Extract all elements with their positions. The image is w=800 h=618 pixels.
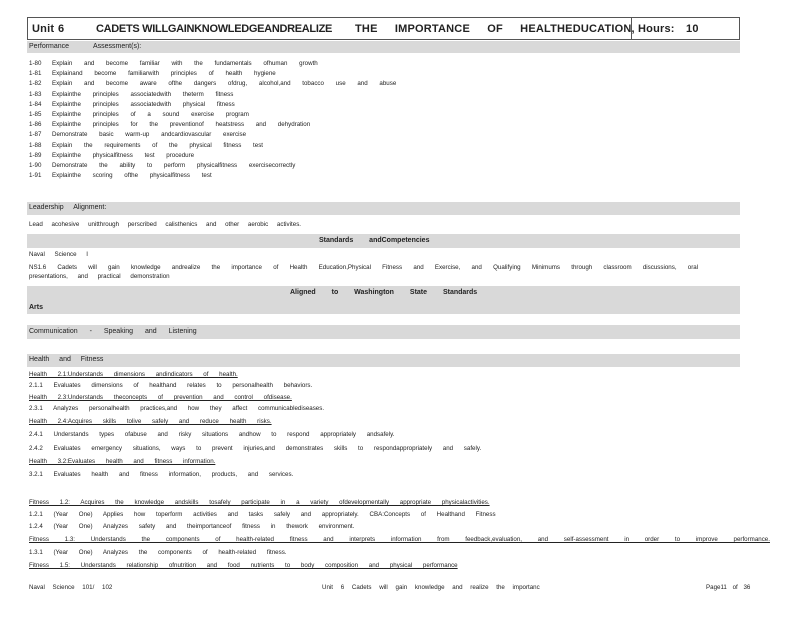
health-standard-item: 3.2.1 Evaluates health and fitness infor…: [29, 471, 294, 478]
performance-label: Performance: [29, 43, 70, 50]
performance-item-code: 1-85: [29, 111, 42, 118]
footer-page-number: Page11 of 36: [706, 584, 751, 591]
performance-item-code: 1-88: [29, 141, 42, 149]
health-standard-item: 2.1.1 Evaluates dimensions of healthand …: [29, 382, 313, 389]
performance-item-code: 1-87: [29, 131, 42, 139]
standards-subject: Naval Science I: [29, 251, 88, 258]
performance-item-text: Explain and become familiar with the fun…: [52, 60, 318, 67]
leadership-text: Lead acohesive unitthrough perscribed ca…: [29, 221, 302, 228]
performance-item-code: 1-81: [29, 70, 42, 78]
standards-ns-line1: NS1.6 Cadets will gain knowledge andreal…: [29, 264, 699, 271]
washington-heading: Aligned to Washington State Standards: [290, 289, 478, 296]
fitness-standard-item: 1.3.1 (Year One) Analyzes the components…: [29, 549, 287, 556]
performance-item-text: Explainthe principles for the prevention…: [52, 121, 311, 129]
performance-item-text: Explainthe scoring ofthe physicalfitness…: [52, 172, 212, 180]
hours-divider: [631, 18, 632, 39]
performance-item-code: 1-83: [29, 90, 42, 98]
health-standard-heading: Health 2.1:Understands dimensions andind…: [29, 371, 238, 378]
health-standard-item: 2.4.2 Evaluates emergency situations, wa…: [29, 445, 482, 452]
performance-item-text: Explain the requirements of the physical…: [52, 141, 264, 149]
performance-item-text: Explain and become aware ofthe dangers o…: [52, 80, 397, 88]
hours-value: 10: [686, 23, 699, 35]
washington-band: Aligned to Washington State Standards Ar…: [27, 286, 740, 314]
standards-ns-line2: presentations, and practical demonstrati…: [29, 273, 170, 280]
leadership-label: Leadership Alignment:: [29, 204, 107, 211]
performance-item-text: Explainthe principles associatedwith phy…: [52, 100, 235, 108]
performance-band: Performance Assessment(s):: [27, 41, 740, 53]
performance-item-code: 1-90: [29, 162, 42, 169]
fitness-standard-heading: Fitness 1.2: Acquires the knowledge ands…: [29, 499, 490, 506]
communication-band: Communication - Speaking and Listening: [27, 325, 740, 339]
performance-item-code: 1-91: [29, 172, 42, 180]
footer-left: Naval Science 101/ 102: [29, 584, 113, 591]
performance-item-text: Explainthe principles associatedwith the…: [52, 90, 234, 98]
performance-item-code: 1-84: [29, 100, 42, 108]
health-standard-heading: Health 2.4:Acquires skills tolive safely…: [29, 418, 272, 425]
health-band: Health and Fitness: [27, 354, 740, 367]
performance-item-code: 1-80: [29, 60, 42, 67]
footer-center: Unit 6 Cadets will gain knowledge and re…: [322, 584, 540, 591]
health-standard-item: 2.4.1 Understands types ofabuse and risk…: [29, 431, 395, 438]
performance-item-text: Demonstrate basic warm-up andcardiovascu…: [52, 131, 247, 139]
performance-item-code: 1-86: [29, 121, 42, 129]
health-standard-heading: Health 2.3:Understands theconcepts of pr…: [29, 394, 292, 401]
arts-label: Arts: [29, 304, 44, 311]
fitness-standard-heading: Fitness 1.5: Understands relationship of…: [29, 562, 458, 569]
hours-label: Hours:: [638, 23, 675, 35]
standards-heading: Standards andCompetencies: [319, 237, 430, 244]
unit-number: 6: [58, 23, 65, 35]
leadership-band: Leadership Alignment:: [27, 202, 740, 215]
performance-item-code: 1-89: [29, 151, 42, 159]
health-standard-heading: Health 3.2:Evaluates health and fitness …: [29, 458, 216, 465]
performance-item-code: 1-82: [29, 80, 42, 88]
health-standard-item: 2.3.1 Analyzes personalhealth practices,…: [29, 405, 325, 412]
performance-item-text: Explainthe physicalfitness test procedur…: [52, 151, 195, 159]
fitness-standard-item: 1.2.4 (Year One) Analyzes safety and the…: [29, 523, 355, 530]
unit-header: Unit 6 CADETS WILLGAINKNOWLEDGEANDREALIZ…: [27, 17, 740, 40]
health-heading: Health and Fitness: [29, 356, 104, 363]
communication-label: Communication - Speaking and Listening: [29, 328, 197, 335]
unit-title-right: THE IMPORTANCE OF HEALTHEDUCATION,: [355, 23, 635, 35]
unit-title-left: CADETS WILLGAINKNOWLEDGEANDREALIZE: [96, 23, 333, 35]
fitness-standard-item: 1.2.1 (Year One) Applies how toperform a…: [29, 511, 496, 518]
fitness-standard-heading: Fitness 1.3: Understands the components …: [29, 536, 770, 543]
performance-item-text: Explainthe principles of a sound exercis…: [52, 111, 249, 118]
standards-band: Standards andCompetencies: [27, 234, 740, 248]
assessment-label: Assessment(s):: [93, 43, 142, 50]
performance-item-text: Demonstrate the ability to perform physi…: [52, 162, 296, 169]
unit-label: Unit: [32, 23, 55, 35]
performance-item-text: Explainand become familiarwith principle…: [52, 70, 276, 78]
